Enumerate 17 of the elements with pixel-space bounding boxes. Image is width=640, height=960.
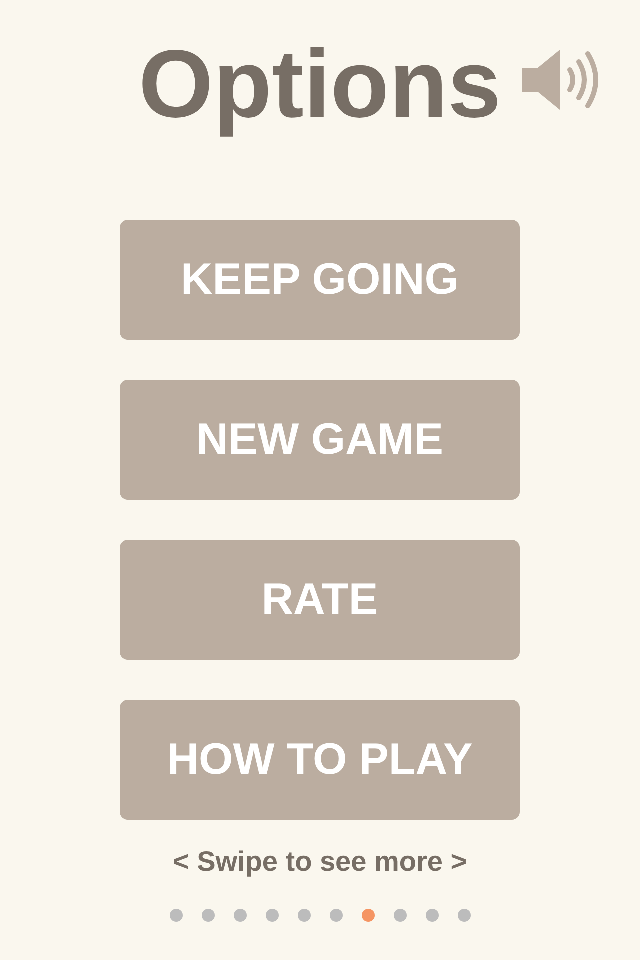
menu-button[interactable]: NEW GAME <box>120 380 520 500</box>
page-dot[interactable] <box>234 909 246 922</box>
page-title: Options <box>138 30 502 140</box>
page-dot[interactable] <box>426 909 438 922</box>
swipe-hint: < Swipe to see more > <box>172 845 468 879</box>
page-dot[interactable] <box>202 909 214 922</box>
page-dot[interactable] <box>362 909 374 922</box>
speaker-icon[interactable] <box>520 48 600 112</box>
page-dot[interactable] <box>394 909 406 922</box>
page-dot[interactable] <box>458 909 470 922</box>
menu-button[interactable]: KEEP GOING <box>120 220 520 340</box>
menu-button[interactable]: RATE <box>120 540 520 660</box>
page-dot[interactable] <box>266 909 278 922</box>
menu-button[interactable]: HOW TO PLAY <box>120 700 520 820</box>
page-dot[interactable] <box>298 909 310 922</box>
page-dot[interactable] <box>330 909 342 922</box>
page-dot[interactable] <box>170 909 182 922</box>
